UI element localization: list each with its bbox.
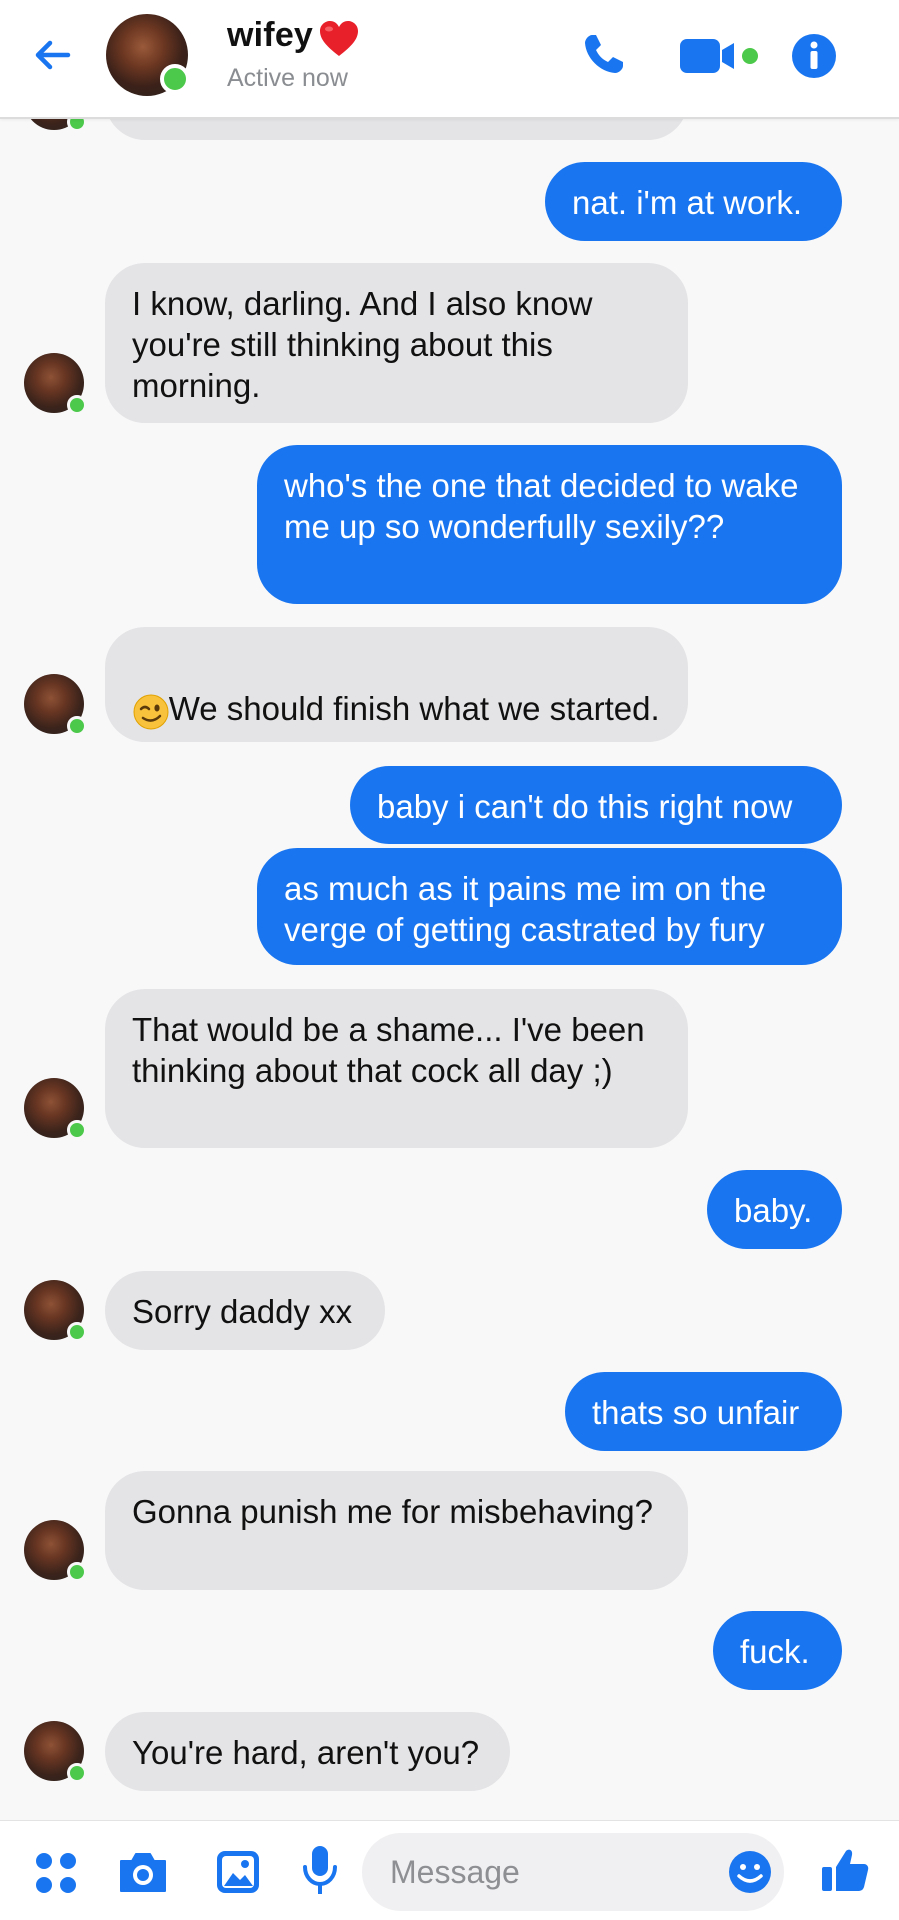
online-indicator <box>67 1562 87 1582</box>
message-bubble-received[interactable]: You're hard, aren't you? <box>105 1712 510 1791</box>
message-bubble-received[interactable]: I know, darling. And I also know you're … <box>105 263 688 423</box>
contact-avatar-small <box>24 1520 87 1582</box>
contact-avatar-small <box>24 353 87 415</box>
gallery-icon[interactable] <box>215 1849 261 1895</box>
video-camera-icon[interactable] <box>680 38 762 74</box>
heart-emoji <box>320 21 358 56</box>
online-indicator <box>67 1322 87 1342</box>
message-text: We should finish what we started. <box>168 690 660 727</box>
message-composer <box>0 1820 899 1920</box>
emoji-icon[interactable] <box>727 1849 773 1895</box>
online-indicator <box>160 64 190 94</box>
contact-avatar[interactable] <box>106 14 190 96</box>
camera-icon[interactable] <box>117 1849 169 1895</box>
contact-avatar-small <box>24 674 87 736</box>
back-arrow-icon[interactable] <box>28 30 78 80</box>
online-indicator <box>67 716 87 736</box>
chat-header: wifey Active now <box>0 0 899 119</box>
active-status: Active now <box>227 64 348 92</box>
message-bubble-sent[interactable]: baby. <box>707 1170 842 1249</box>
message-bubble-sent[interactable]: thats so unfair <box>565 1372 842 1451</box>
apps-icon[interactable] <box>34 1851 78 1895</box>
online-indicator <box>67 395 87 415</box>
contact-avatar-small <box>24 1721 87 1783</box>
message-bubble-sent[interactable]: who's the one that decided to wake me up… <box>257 445 842 604</box>
message-bubble-sent[interactable]: baby i can't do this right now <box>350 766 842 844</box>
microphone-icon[interactable] <box>300 1843 340 1899</box>
info-icon[interactable] <box>790 32 838 80</box>
message-bubble-sent[interactable]: fuck. <box>713 1611 842 1690</box>
chat-screen: nat. i'm at work. I know, darling. And I… <box>0 0 899 1920</box>
message-input[interactable] <box>362 1833 784 1911</box>
online-indicator <box>67 1763 87 1783</box>
contact-avatar-small <box>24 1280 87 1342</box>
winking-face-emoji <box>133 694 169 730</box>
message-bubble-sent[interactable]: nat. i'm at work. <box>545 162 842 241</box>
online-indicator <box>67 1120 87 1140</box>
message-bubble-received[interactable]: That would be a shame... I've been think… <box>105 989 688 1148</box>
thumbs-up-icon[interactable] <box>820 1845 870 1895</box>
message-bubble-sent[interactable]: as much as it pains me im on the verge o… <box>257 848 842 965</box>
contact-avatar-small <box>24 1078 87 1140</box>
message-bubble-received[interactable]: Gonna punish me for misbehaving? <box>105 1471 688 1590</box>
message-bubble-received[interactable]: We should finish what we started. <box>105 627 688 742</box>
message-bubble-received[interactable]: Sorry daddy xx <box>105 1271 385 1350</box>
phone-icon[interactable] <box>578 30 628 80</box>
contact-name[interactable]: wifey <box>227 16 313 55</box>
